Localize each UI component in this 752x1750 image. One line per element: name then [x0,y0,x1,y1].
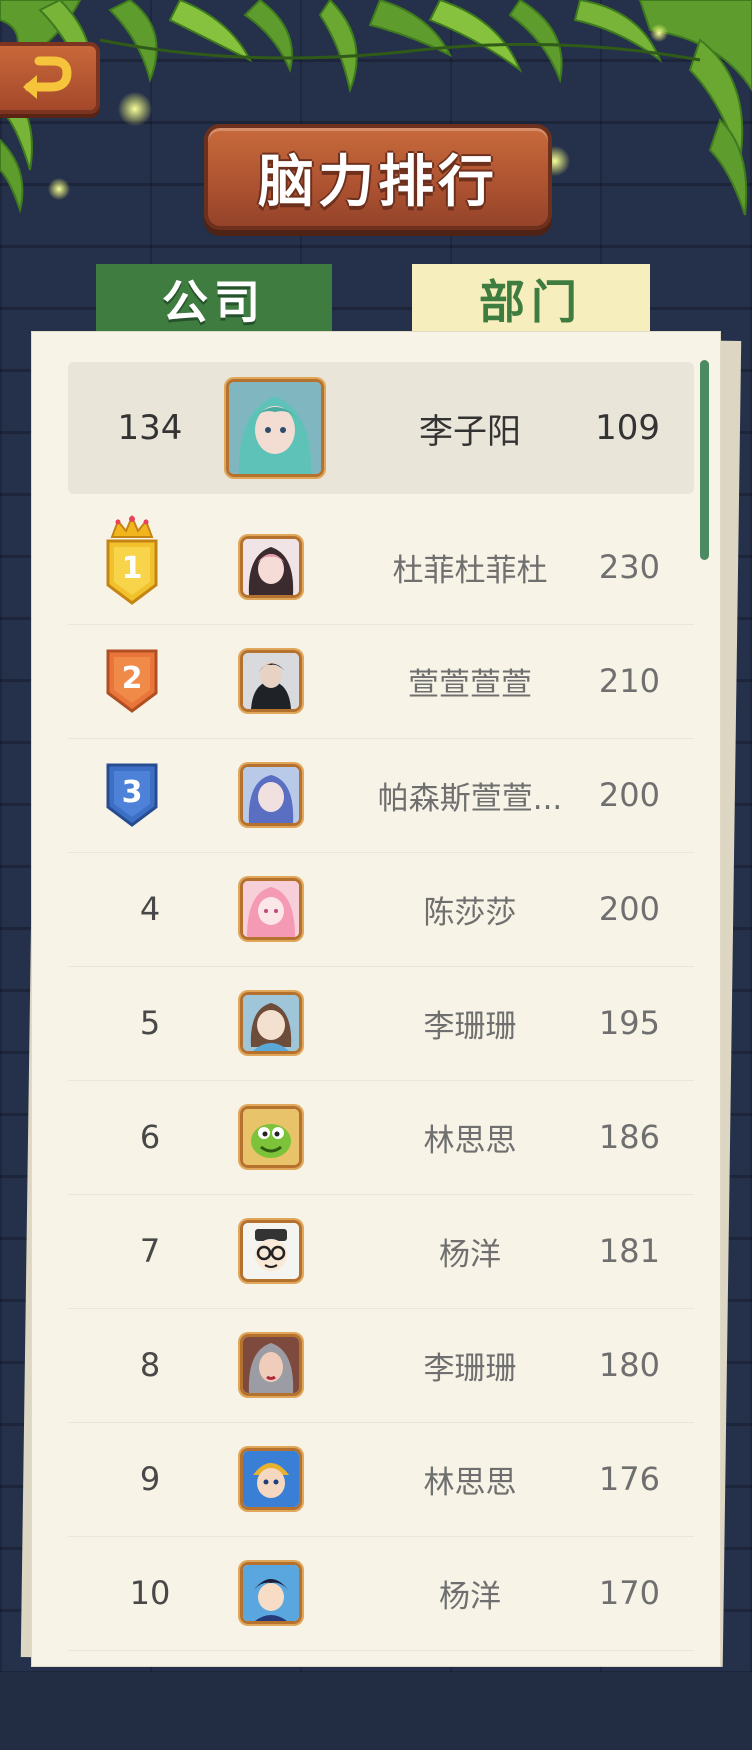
page-title: 脑力排行 [258,149,498,215]
rank-number: 2 [121,661,143,696]
player-name: 萱萱萱萱 [408,666,532,703]
firefly-glow [118,92,152,126]
player-score: 230 [598,548,660,586]
rank-number: 1 [121,551,143,586]
ranking-row: 2 萱萱萱萱 210 [68,624,694,739]
player-name: 杜菲杜菲杜 [392,552,548,589]
firefly-glow [48,178,70,200]
back-arrow-icon [23,56,72,99]
avatar-blue-hero [240,1448,302,1510]
player-name: 杨洋 [439,1236,501,1273]
my-score: 109 [595,408,660,448]
player-score: 176 [598,1460,660,1498]
ranking-row: 7 杨洋 181 [68,1194,694,1309]
blue-medal-icon: 3 [104,763,160,827]
rank-number: 8 [139,1346,161,1384]
player-name: 林思思 [423,1464,517,1501]
player-name: 李珊珊 [423,1350,517,1387]
player-score: 181 [598,1232,660,1270]
orange-medal-icon: 2 [104,649,160,713]
title-banner: 脑力排行 [204,124,552,230]
avatar-blue-hair-girl [240,764,302,826]
player-score: 170 [598,1574,660,1612]
avatar-green-monster [240,1106,302,1168]
avatar-glasses-cartoon [240,1220,302,1282]
player-name: 陈莎莎 [423,894,517,931]
player-name: 杨洋 [439,1578,501,1615]
player-score: 180 [598,1346,660,1384]
rank-number: 9 [139,1460,161,1498]
ranking-row: 8 李珊珊 180 [68,1308,694,1423]
rank-number: 3 [121,775,143,810]
scrollbar[interactable] [700,360,709,560]
player-name: 林思思 [423,1122,517,1159]
ranking-row: 6 林思思 186 [68,1080,694,1195]
avatar-pink-hair-girl [240,536,302,598]
ranking-row: 5 李珊珊 195 [68,966,694,1081]
ranking-row: 10 杨洋 170 [68,1536,694,1651]
player-score: 186 [598,1118,660,1156]
player-name: 李珊珊 [423,1008,517,1045]
ranking-row: 3 帕森斯萱萱... 200 [68,738,694,853]
avatar-dark-hair-boy [240,650,302,712]
my-player-name: 李子阳 [419,411,521,452]
ranking-row: 1 杜菲杜菲杜 230 [68,510,694,625]
avatar-pink-anime-girl [240,878,302,940]
rank-number: 7 [139,1232,161,1270]
player-score: 210 [598,662,660,700]
player-score: 200 [598,776,660,814]
avatar-detective-boy [240,1562,302,1624]
tab-company[interactable]: 公司 [96,264,332,334]
player-name: 帕森斯萱萱... [377,780,563,817]
my-avatar [226,379,324,477]
avatar-grey-hair-warrior [240,1334,302,1396]
ranking-row: 4 陈莎莎 200 [68,852,694,967]
player-score: 200 [598,890,660,928]
my-rank-number: 134 [117,408,183,448]
my-rank-row: 134 李子阳 109 [68,362,694,494]
firefly-glow [650,24,668,42]
wall-bottom [0,1672,752,1750]
rank-number: 6 [139,1118,161,1156]
avatar-brown-hair-girl [240,992,302,1054]
rank-number: 5 [139,1004,161,1042]
rank-number: 10 [129,1574,171,1612]
back-button[interactable] [0,42,100,114]
player-score: 195 [598,1004,660,1042]
rank-number: 4 [139,890,161,928]
gold-crown-medal-icon: 1 [104,514,160,607]
ranking-row: 9 林思思 176 [68,1422,694,1537]
tab-department[interactable]: 部门 [412,264,650,334]
